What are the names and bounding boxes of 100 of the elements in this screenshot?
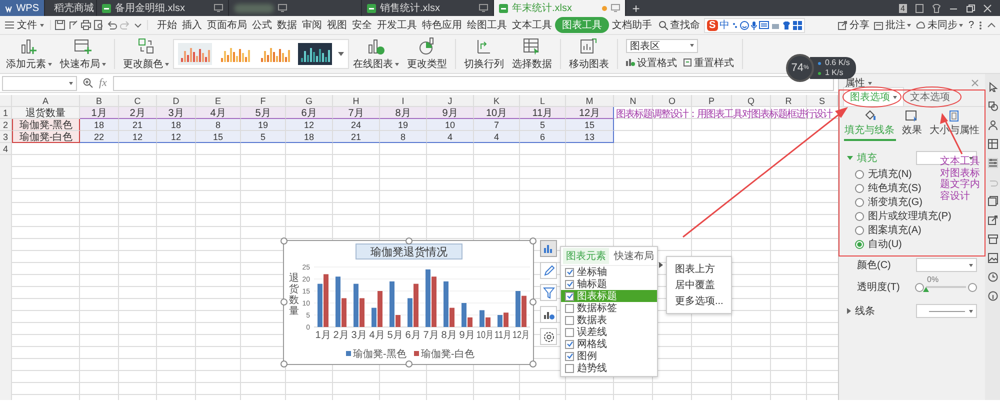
- microphone-icon[interactable]: [750, 20, 757, 30]
- formula-input-field[interactable]: [112, 76, 834, 90]
- radio-circle[interactable]: [855, 184, 864, 192]
- row-header[interactable]: 1: [0, 107, 12, 119]
- ribbon-button[interactable]: 切换行列: [460, 37, 508, 71]
- shirt-icon[interactable]: [932, 4, 941, 12]
- radio-option[interactable]: 自动(U): [855, 238, 902, 250]
- expand-triangle-icon[interactable]: [847, 308, 851, 314]
- resize-handle[interactable]: [530, 360, 536, 368]
- table-icon[interactable]: [988, 139, 998, 149]
- radio-circle[interactable]: [855, 198, 864, 206]
- section-title[interactable]: 线条: [855, 304, 875, 318]
- ime-mode[interactable]: 中: [720, 18, 730, 32]
- menu-item[interactable]: 图表上方: [667, 261, 732, 277]
- file-menu[interactable]: 文件: [0, 18, 49, 32]
- dropdown-field[interactable]: [916, 258, 977, 272]
- caret-icon[interactable]: [868, 82, 872, 84]
- column-header[interactable]: M: [566, 95, 614, 107]
- resize-handle[interactable]: [530, 298, 536, 306]
- function-button[interactable]: fx: [99, 77, 107, 89]
- ime-logo[interactable]: S: [707, 20, 718, 30]
- share-icon[interactable]: [988, 215, 998, 225]
- radio-circle[interactable]: [855, 240, 864, 248]
- resize-handle[interactable]: [280, 298, 288, 306]
- tab[interactable]: WPS: [0, 0, 45, 16]
- chart-tool-button[interactable]: [540, 328, 557, 345]
- ribbon-button[interactable]: 添加元素: [2, 37, 56, 71]
- radio-circle[interactable]: [855, 212, 864, 220]
- resize-handle[interactable]: [406, 360, 412, 368]
- radio-option[interactable]: 渐变填充(G): [855, 196, 922, 208]
- restore-icon[interactable]: [966, 4, 975, 12]
- column-header[interactable]: P: [692, 95, 732, 107]
- menu-tab[interactable]: 开始: [155, 18, 179, 32]
- column-header[interactable]: Q: [732, 95, 771, 107]
- ribbon-button[interactable]: 重置样式: [683, 56, 734, 70]
- slider-thumb[interactable]: [923, 287, 929, 292]
- more-icon[interactable]: [979, 20, 982, 30]
- info-icon[interactable]: [988, 291, 998, 301]
- column-header[interactable]: R: [771, 95, 807, 107]
- shapes-icon[interactable]: [988, 101, 998, 111]
- save-icon[interactable]: [55, 20, 65, 30]
- scroll-caret-icon[interactable]: [338, 51, 344, 57]
- resize-handle[interactable]: [530, 238, 536, 244]
- plus-button[interactable]: [968, 282, 977, 292]
- panel-subtab[interactable]: 效果: [900, 110, 923, 141]
- radio-option[interactable]: 无填充(N): [855, 168, 912, 180]
- print-icon[interactable]: [81, 20, 91, 30]
- menu-tab[interactable]: 审阅: [300, 18, 324, 32]
- column-header[interactable]: E: [196, 95, 241, 107]
- column-header[interactable]: S: [807, 95, 838, 107]
- menu-tab[interactable]: 文档助手: [610, 18, 654, 32]
- menu-item[interactable]: 更多选项...: [667, 293, 732, 309]
- image-stack-icon[interactable]: [988, 196, 998, 206]
- menu-tab[interactable]: 特色应用: [420, 18, 464, 32]
- menu-action[interactable]: 分享: [838, 18, 870, 32]
- column-header[interactable]: A: [12, 95, 80, 107]
- chart-title[interactable]: 瑜伽凳退货情况: [370, 246, 448, 258]
- column-header[interactable]: O: [653, 95, 692, 107]
- column-header[interactable]: L: [520, 95, 566, 107]
- ribbon-button[interactable]: 更改类型: [403, 37, 451, 71]
- chart-tool-button[interactable]: [540, 262, 557, 279]
- help-button[interactable]: ?: [968, 20, 974, 30]
- menu-tab[interactable]: 公式: [250, 18, 274, 32]
- column-header[interactable]: D: [157, 95, 196, 107]
- resize-handle[interactable]: [280, 238, 288, 244]
- shirt-icon[interactable]: [782, 20, 791, 30]
- column-header[interactable]: J: [427, 95, 474, 107]
- close-icon[interactable]: [983, 4, 992, 12]
- clock-icon[interactable]: [988, 272, 998, 282]
- menu-tab[interactable]: 文本工具: [510, 18, 554, 32]
- keyboard-icon[interactable]: [758, 21, 769, 29]
- menu-tab[interactable]: 数据: [275, 18, 299, 32]
- ribbon-button[interactable]: 快速布局: [56, 37, 110, 71]
- checkbox-item[interactable]: 误差线: [561, 326, 657, 338]
- menu-item[interactable]: 居中覆盖: [667, 277, 732, 293]
- image-icon[interactable]: [988, 253, 998, 263]
- chart-style-thumbnail[interactable]: [178, 43, 212, 65]
- element-dropdown[interactable]: 图表区: [626, 38, 698, 52]
- ribbon-button[interactable]: 选择数据: [508, 37, 556, 71]
- zoom-icon[interactable]: [83, 78, 93, 88]
- radio-option[interactable]: 纯色填充(S): [855, 182, 922, 194]
- ribbon-button[interactable]: 更改颜色: [119, 37, 173, 71]
- chart-tool-button[interactable]: [540, 306, 557, 323]
- punctuation-icon[interactable]: [732, 21, 738, 29]
- new-tab-button[interactable]: +: [626, 0, 646, 16]
- checkbox-item[interactable]: 趋势线: [561, 362, 657, 374]
- column-header[interactable]: C: [119, 95, 157, 107]
- minus-button[interactable]: [915, 282, 924, 292]
- chart-tool-button[interactable]: [540, 284, 557, 301]
- menu-tab[interactable]: 安全: [350, 18, 374, 32]
- column-header[interactable]: F: [241, 95, 286, 107]
- ribbon-button[interactable]: 在线图表: [349, 37, 403, 71]
- person-icon[interactable]: [988, 120, 998, 130]
- menu-tab[interactable]: 视图: [325, 18, 349, 32]
- column-header[interactable]: N: [614, 95, 653, 107]
- archive-icon[interactable]: [988, 234, 998, 244]
- radio-circle[interactable]: [855, 226, 864, 234]
- document-icon[interactable]: [915, 4, 924, 12]
- radio-circle[interactable]: [855, 170, 864, 178]
- cursor-icon[interactable]: [988, 82, 998, 92]
